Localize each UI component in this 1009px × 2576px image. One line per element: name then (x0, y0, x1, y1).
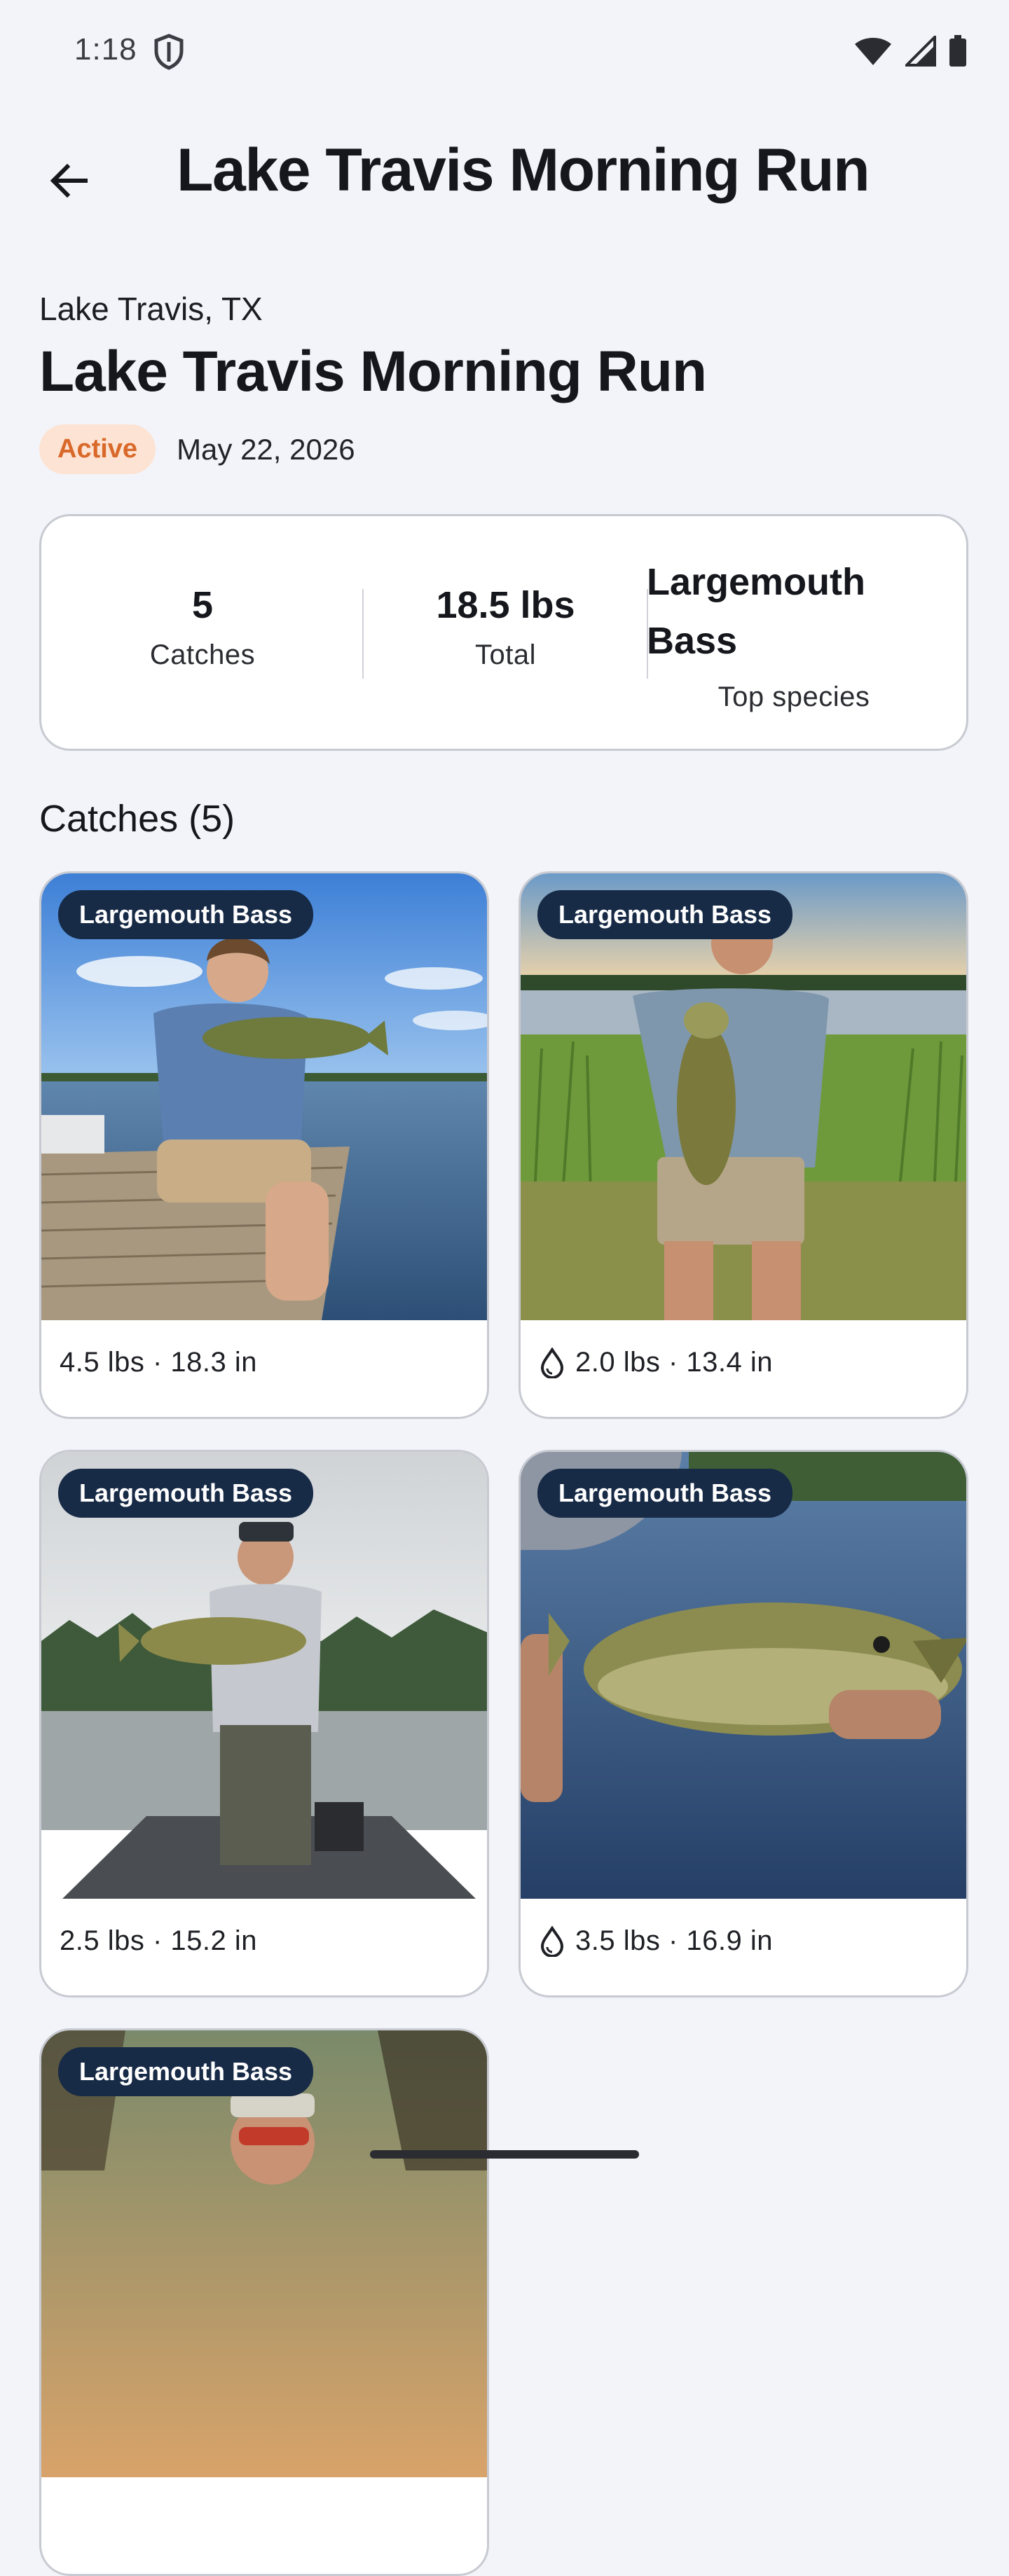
species-tag: Largemouth Bass (537, 1469, 793, 1518)
catch-card[interactable]: Largemouth Bass (39, 2028, 489, 2576)
catch-card[interactable]: Largemouth Bass 2.5 lbs · 15.2 in (39, 1450, 489, 1997)
catch-photo (41, 2030, 487, 2477)
stat-value: Largemouth Bass (647, 561, 866, 662)
back-button[interactable] (35, 147, 102, 214)
catches-section-title: Catches (5) (39, 798, 235, 840)
trip-location: Lake Travis, TX (39, 291, 263, 327)
home-indicator[interactable] (370, 2150, 639, 2159)
stat-label: Total (475, 639, 536, 670)
catch-card[interactable]: Largemouth Bass 2.0 lbs · 13.4 in (519, 871, 968, 1419)
status-icons (853, 35, 967, 67)
trip-date: May 22, 2026 (177, 432, 355, 466)
stat-value: 5 (191, 584, 214, 626)
water-drop-icon (540, 1925, 564, 1957)
top-app-bar: Lake Travis Morning Run (0, 119, 1009, 231)
battery-icon (949, 35, 966, 67)
stat-label: Catches (149, 639, 256, 670)
status-bar: 1:18 (0, 0, 1009, 98)
catch-summary: 3.5 lbs · 16.9 in (539, 1925, 773, 1957)
signal-icon (905, 36, 936, 67)
page-title: Lake Travis Morning Run (177, 137, 870, 204)
catch-card[interactable]: Largemouth Bass 4.5 lbs · 18.3 in (39, 871, 489, 1419)
species-tag: Largemouth Bass (58, 890, 314, 939)
catch-photo (41, 873, 487, 1320)
wifi-icon (855, 38, 891, 65)
catch-summary: 2.0 lbs · 13.4 in (539, 1347, 773, 1378)
stat-label: Top species (718, 681, 870, 712)
catch-summary: 4.5 lbs · 18.3 in (60, 1347, 257, 1378)
catch-card[interactable]: Largemouth Bass 3.5 lbs · 16.9 in (519, 1450, 968, 1997)
trip-stats-card: 5 Catches 18.5 lbs Total Largemouth Bass… (39, 514, 968, 751)
catch-summary-text: 4.5 lbs · 18.3 in (60, 1347, 257, 1378)
catch-photo (521, 873, 966, 1320)
trip-meta-row: Active May 22, 2026 (39, 424, 355, 474)
catch-summary-text: 2.0 lbs · 13.4 in (575, 1347, 773, 1378)
catch-photo (521, 1452, 966, 1899)
status-badge: Active (39, 424, 156, 474)
arrow-left-icon (50, 163, 88, 198)
species-tag: Largemouth Bass (58, 1469, 314, 1518)
stat-top-species: Largemouth Bass Top species (647, 553, 941, 713)
stat-total-weight: 18.5 lbs Total (364, 583, 647, 671)
water-drop-icon (540, 1347, 564, 1378)
stat-catches: 5 Catches (41, 583, 364, 671)
trip-title: Lake Travis Morning Run (39, 340, 707, 403)
catch-photo (41, 1452, 487, 1899)
catch-summary-text: 3.5 lbs · 16.9 in (575, 1925, 773, 1956)
species-tag: Largemouth Bass (58, 2047, 314, 2096)
stat-value: 18.5 lbs (436, 584, 575, 626)
shield-icon (154, 34, 184, 70)
catch-summary: 2.5 lbs · 15.2 in (60, 1925, 257, 1957)
status-time: 1:18 (74, 32, 137, 67)
species-tag: Largemouth Bass (537, 890, 793, 939)
catch-summary-text: 2.5 lbs · 15.2 in (60, 1925, 257, 1956)
